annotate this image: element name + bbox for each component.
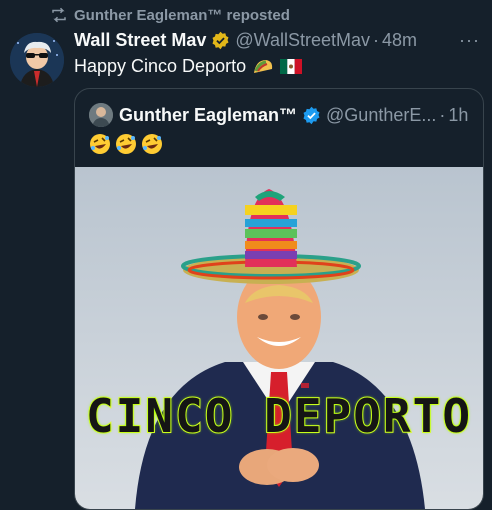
taco-emoji [254,59,273,73]
quoted-author-handle[interactable]: @GuntherE... [326,105,436,126]
quoted-media-image[interactable]: CINCO DEPORTO [75,167,483,509]
quoted-author-avatar[interactable] [89,103,113,127]
more-options-icon[interactable]: ··· [459,30,480,51]
repost-label: Gunther Eagleman™ reposted [74,6,290,24]
quoted-author-name[interactable]: Gunther Eagleman™ [119,105,297,126]
tweet-text: Happy Cinco Deporto [74,56,247,76]
repost-indicator[interactable]: Gunther Eagleman™ reposted [50,6,290,24]
author-handle[interactable]: @WallStreetMav [235,30,370,51]
author-name[interactable]: Wall Street Mav [74,30,206,51]
media-caption: CINCO DEPORTO [85,388,473,444]
author-avatar[interactable] [10,33,64,87]
repost-icon [52,7,66,23]
quoted-tweet[interactable]: Gunther Eagleman™ @GuntherE... · 1h CINC… [74,88,484,510]
quoted-text [89,133,163,155]
verified-badge-icon [211,31,230,50]
rolling-on-floor-laughing-emoji [116,134,136,154]
separator: · [373,30,380,50]
mexico-flag-emoji [280,59,303,74]
rolling-on-floor-laughing-emoji [90,134,110,154]
verified-badge-icon [302,106,321,125]
quoted-timestamp[interactable]: 1h [448,105,468,126]
rolling-on-floor-laughing-emoji [142,134,162,154]
timestamp[interactable]: 48m [382,30,417,51]
separator: · [439,104,446,125]
tweet-text-row: Happy Cinco Deporto [74,56,303,77]
